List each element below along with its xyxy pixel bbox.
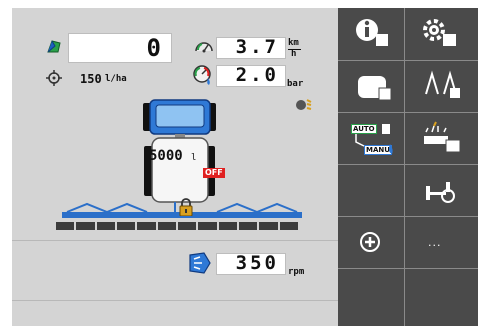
boom-sections <box>56 222 298 230</box>
more-button[interactable]: ... <box>410 216 472 268</box>
pto-value: 350 <box>235 252 279 274</box>
info-icon <box>356 19 388 46</box>
nozzle-settings-button[interactable] <box>410 112 472 164</box>
speed-unit-top: km <box>288 38 299 48</box>
boom-section[interactable] <box>137 222 156 230</box>
tank-volume-unit: l <box>191 153 197 163</box>
tank-icon <box>358 76 392 101</box>
speedometer-icon <box>194 37 214 59</box>
add-button[interactable] <box>342 216 405 268</box>
plus-circle-icon <box>360 232 380 252</box>
terminal-screen: 0 150 l/ha 3.7 km h 2.0 bar 5000 l OFF 3… <box>0 0 478 326</box>
target-rate-value: 150 <box>80 72 102 86</box>
application-rate-icon <box>46 38 62 58</box>
empty-softkey <box>410 268 472 326</box>
tank-button[interactable] <box>342 60 405 112</box>
softkey-panel: AUTO MANU ... <box>338 8 478 326</box>
boom-section[interactable] <box>76 222 95 230</box>
speed-value: 3.7 <box>235 36 279 58</box>
bottom-divider <box>12 300 338 301</box>
auto-manual-button[interactable]: AUTO MANU <box>342 112 405 164</box>
boom-section[interactable] <box>198 222 217 230</box>
pressure-box[interactable]: 2.0 <box>216 64 286 87</box>
speed-box[interactable]: 3.7 <box>216 36 286 59</box>
boom-fold-button[interactable] <box>410 60 472 112</box>
sprayer-work-screen: 0 150 l/ha 3.7 km h 2.0 bar 5000 l OFF 3… <box>12 8 338 326</box>
tank-volume-value: 5000 <box>149 148 183 164</box>
section-divider <box>12 240 338 241</box>
speed-unit-bottom: h <box>291 49 297 59</box>
volume-rate-value: 0 <box>146 34 161 62</box>
pressure-value: 2.0 <box>235 64 279 86</box>
boom-section[interactable] <box>116 222 136 230</box>
more-label: ... <box>428 236 442 249</box>
empty-softkey <box>342 164 405 216</box>
boom-section[interactable] <box>56 222 75 230</box>
empty-softkey <box>342 268 405 326</box>
nozzle-icon <box>424 121 461 153</box>
target-rate-unit: l/ha <box>105 74 127 84</box>
boom-section[interactable] <box>218 222 237 230</box>
pto-unit: rpm <box>288 267 305 277</box>
boom-section[interactable] <box>279 222 298 230</box>
settings-button[interactable] <box>410 8 472 60</box>
volume-rate-box[interactable]: 0 <box>68 33 172 63</box>
info-button[interactable] <box>342 8 405 60</box>
pressure-gauge-icon <box>192 64 214 90</box>
boom-section[interactable] <box>96 222 115 230</box>
gear-icon <box>423 19 456 46</box>
pto-speed-icon <box>188 251 214 279</box>
boom-fold-icon <box>425 70 460 98</box>
boom-section[interactable] <box>259 222 278 230</box>
pto-box[interactable]: 350 <box>216 252 286 275</box>
boom-section[interactable] <box>177 222 197 230</box>
boom-section[interactable] <box>157 222 176 230</box>
hitch-button[interactable] <box>410 164 472 216</box>
hitch-icon <box>426 182 455 203</box>
off-status-badge[interactable]: OFF <box>203 168 225 178</box>
lock-icon[interactable] <box>179 198 193 220</box>
pressure-unit: bar <box>287 79 304 89</box>
target-rate-icon <box>46 70 62 90</box>
boom-section[interactable] <box>238 222 258 230</box>
mode-switch-icon <box>355 124 393 154</box>
